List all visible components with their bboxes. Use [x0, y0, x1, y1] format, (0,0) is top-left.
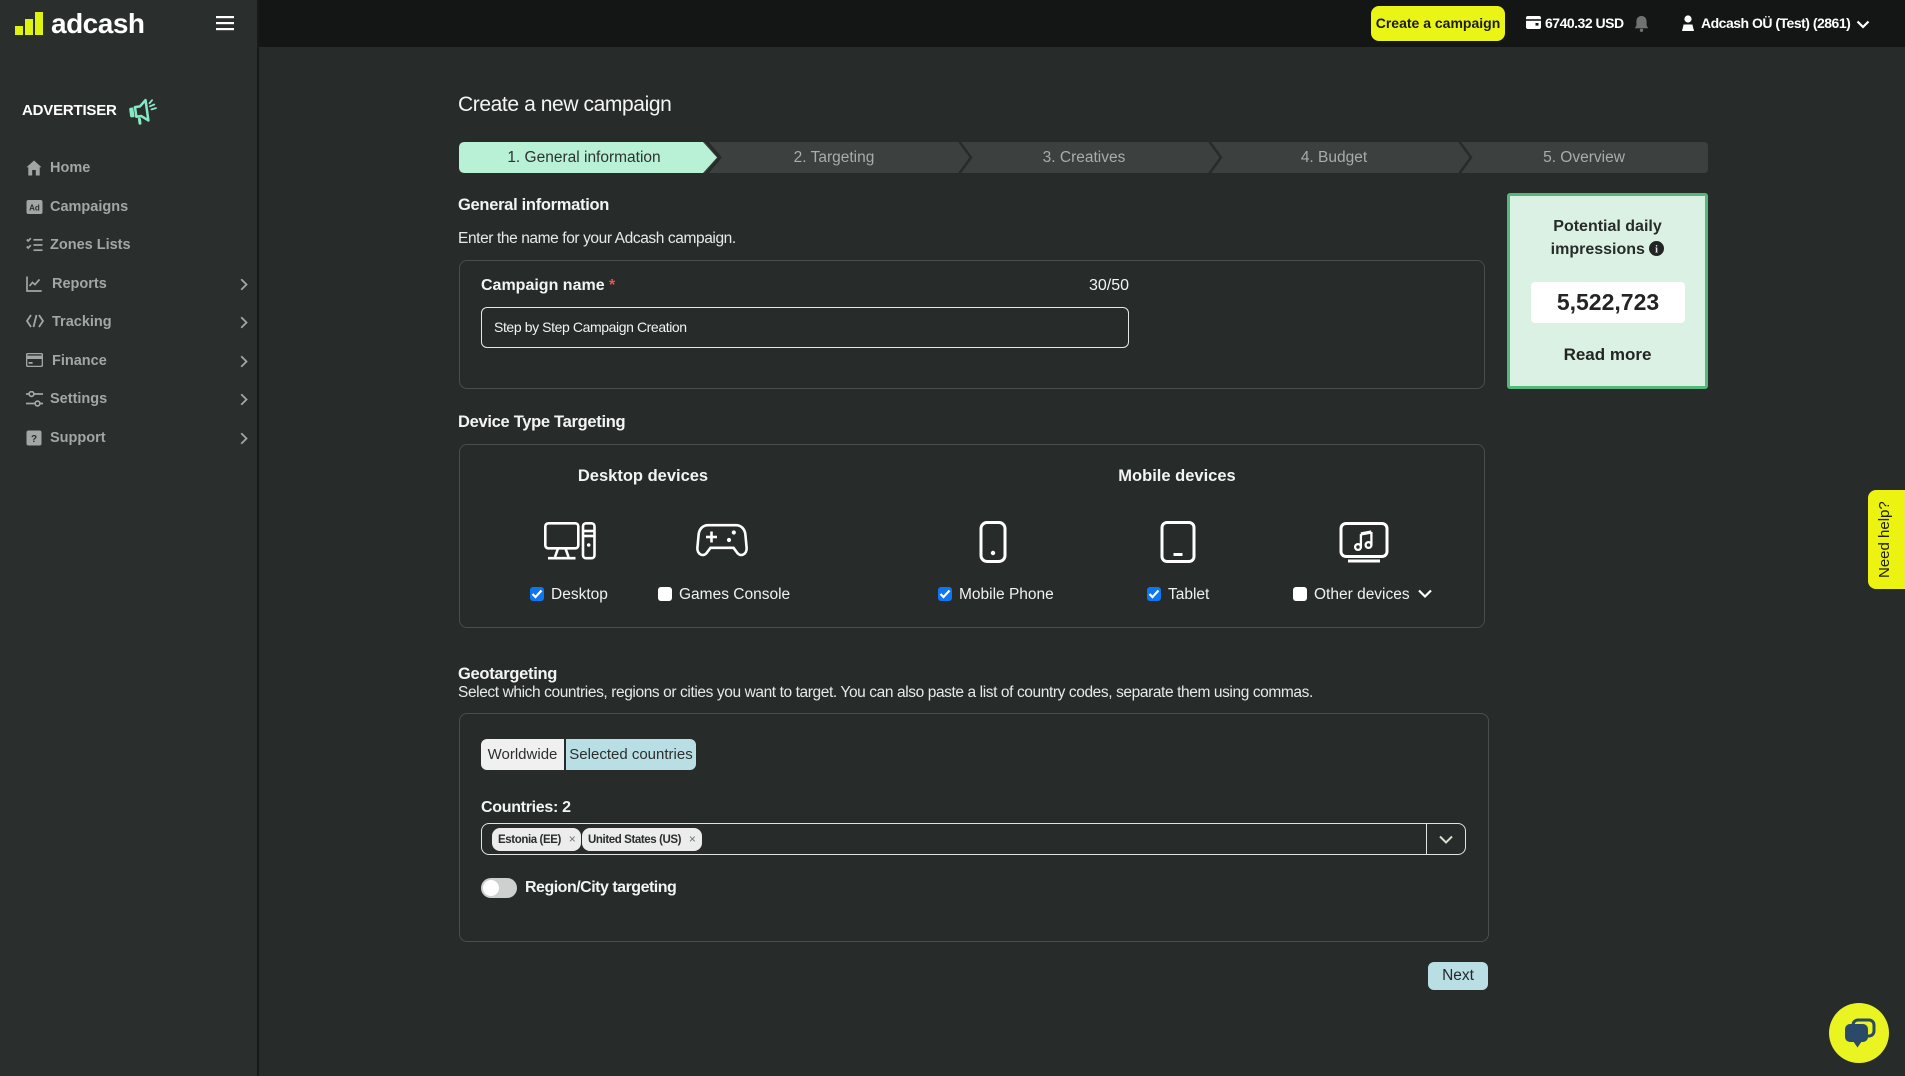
svg-text:Ad: Ad	[29, 204, 40, 213]
svg-text:?: ?	[31, 434, 37, 445]
svg-text:i: i	[1655, 245, 1658, 256]
